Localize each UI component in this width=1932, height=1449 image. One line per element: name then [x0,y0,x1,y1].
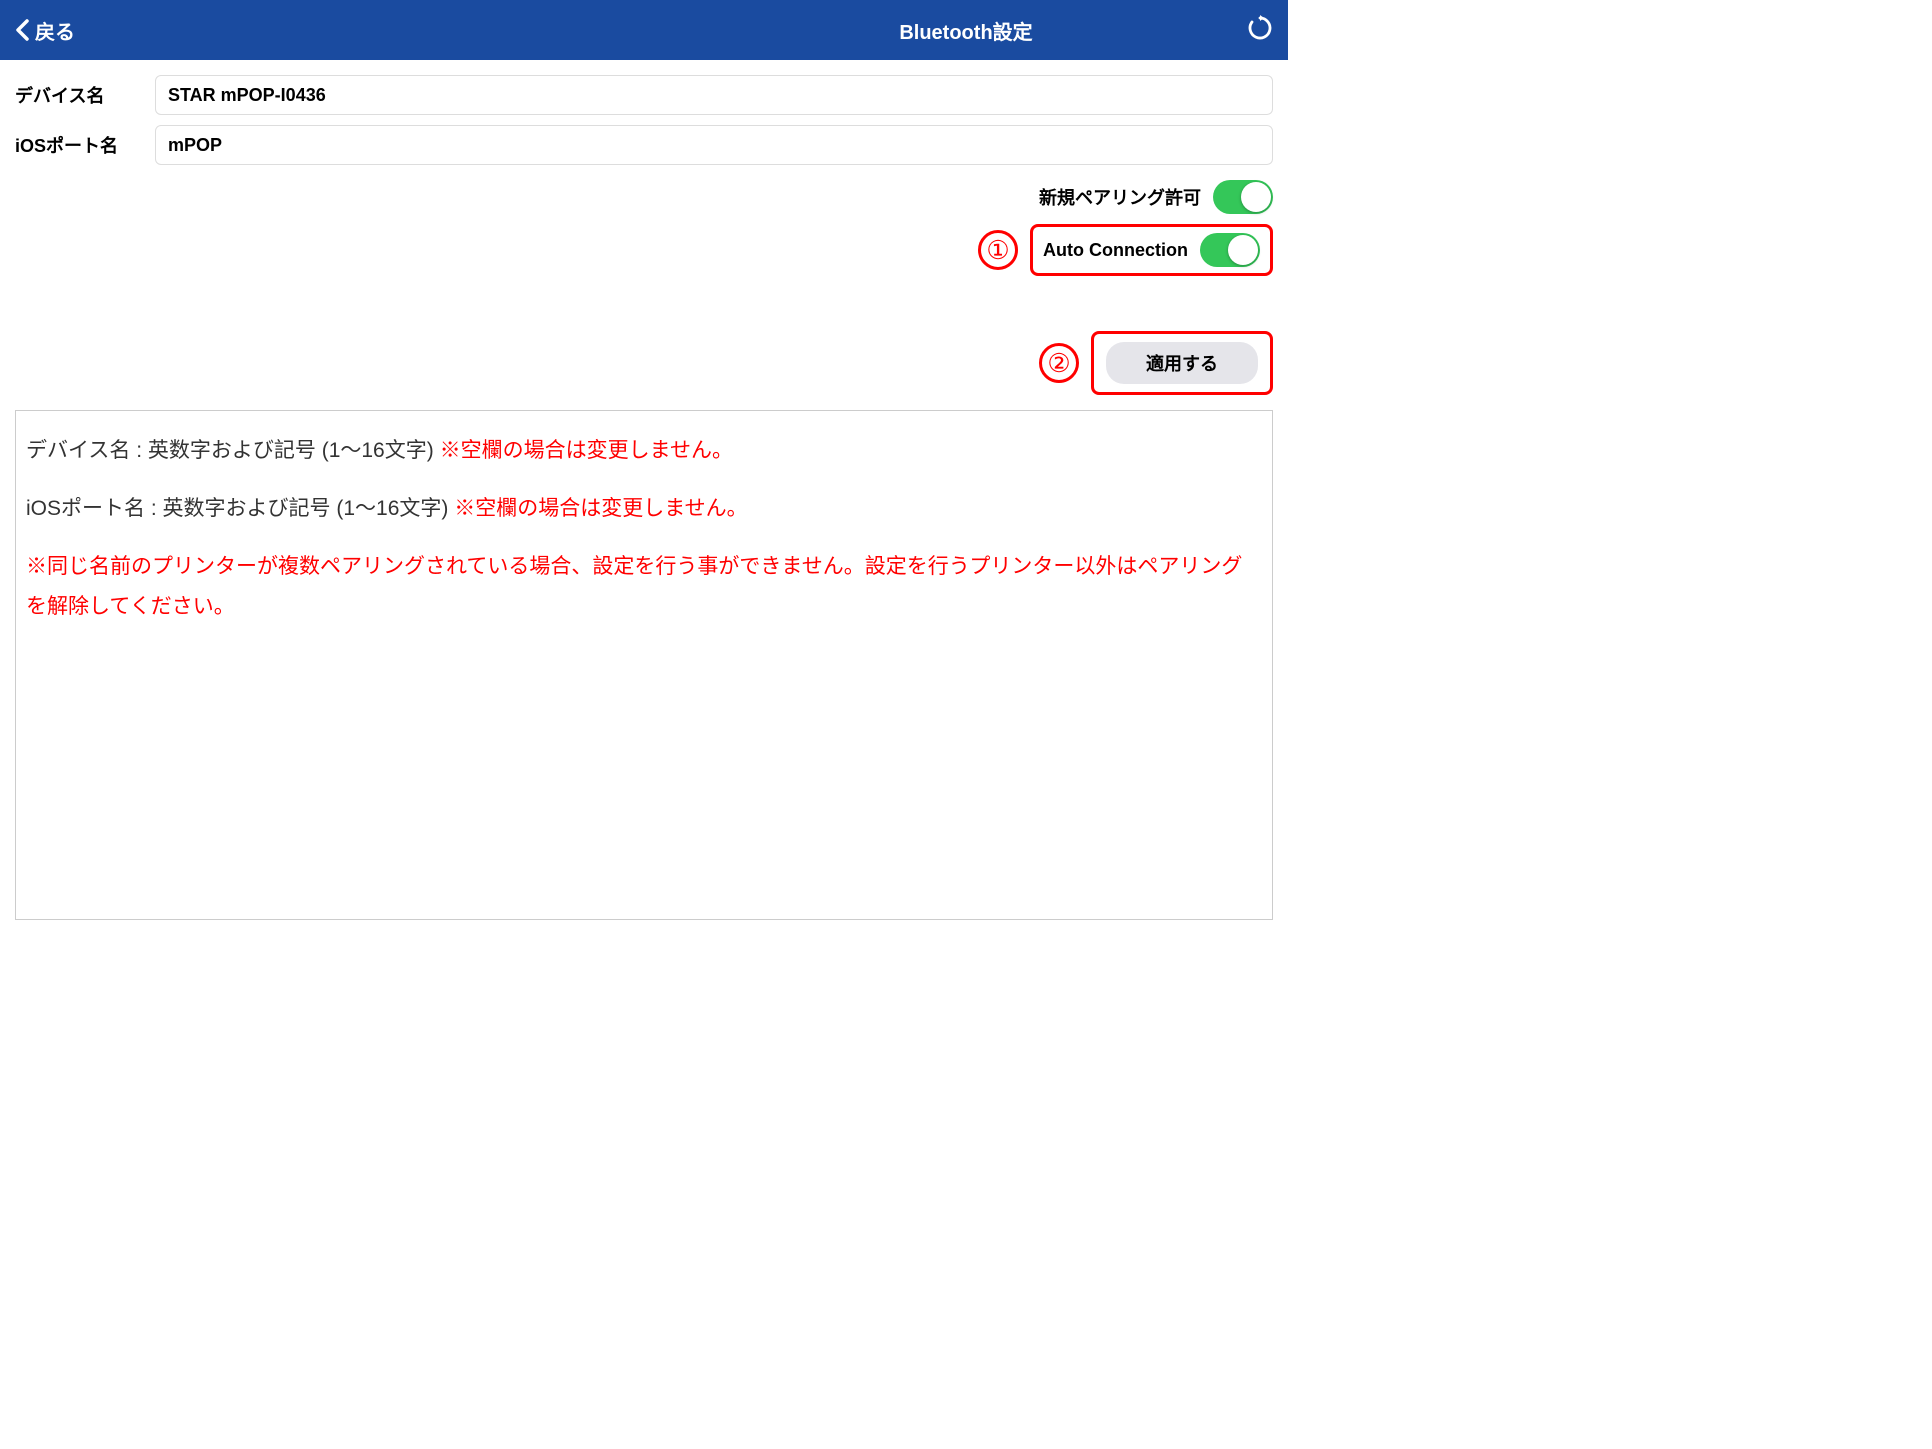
apply-highlight: 適用する [1091,331,1273,395]
info-warning: ※同じ名前のプリンターが複数ペアリングされている場合、設定を行う事ができません。… [26,547,1262,627]
ios-port-input[interactable] [155,125,1273,165]
info-line-1-note: ※空欄の場合は変更しません。 [440,439,733,462]
auto-connection-toggle[interactable] [1200,233,1260,267]
reload-button[interactable] [1247,15,1273,46]
auto-connection-label: Auto Connection [1043,240,1188,261]
info-line-2: iOSポート名 : 英数字および記号 (1〜16文字) ※空欄の場合は変更しませ… [26,489,1262,529]
ios-port-row: iOSポート名 [15,125,1273,165]
chevron-left-icon [15,19,29,41]
content-area: デバイス名 iOSポート名 新規ペアリング許可 ① Auto Connectio… [0,60,1288,935]
device-name-label: デバイス名 [15,82,155,108]
pairing-toggle[interactable] [1213,180,1273,214]
info-box: デバイス名 : 英数字および記号 (1〜16文字) ※空欄の場合は変更しません。… [15,410,1273,920]
toggle-area: 新規ペアリング許可 ① Auto Connection [15,180,1273,276]
info-line-2-prefix: iOSポート名 : 英数字および記号 (1〜16文字) [26,497,454,520]
ios-port-label: iOSポート名 [15,132,155,158]
app-header: 戻る Bluetooth設定 [0,0,1288,60]
annotation-1: ① [978,230,1018,270]
auto-connection-highlight: Auto Connection [1030,224,1273,276]
apply-button[interactable]: 適用する [1106,342,1258,384]
reload-icon [1247,15,1273,41]
page-title: Bluetooth設定 [899,16,1032,45]
device-name-row: デバイス名 [15,75,1273,115]
pairing-toggle-label: 新規ペアリング許可 [1039,184,1201,210]
back-label: 戻る [35,16,75,45]
pairing-toggle-row: 新規ペアリング許可 [15,180,1273,214]
annotation-2: ② [1039,343,1079,383]
auto-connection-row: ① Auto Connection [15,224,1273,276]
back-button[interactable]: 戻る [15,16,75,45]
apply-area: ② 適用する [15,331,1273,395]
device-name-input[interactable] [155,75,1273,115]
info-line-1-prefix: デバイス名 : 英数字および記号 (1〜16文字) [26,439,440,462]
info-line-2-note: ※空欄の場合は変更しません。 [454,497,747,520]
info-line-1: デバイス名 : 英数字および記号 (1〜16文字) ※空欄の場合は変更しません。 [26,431,1262,471]
